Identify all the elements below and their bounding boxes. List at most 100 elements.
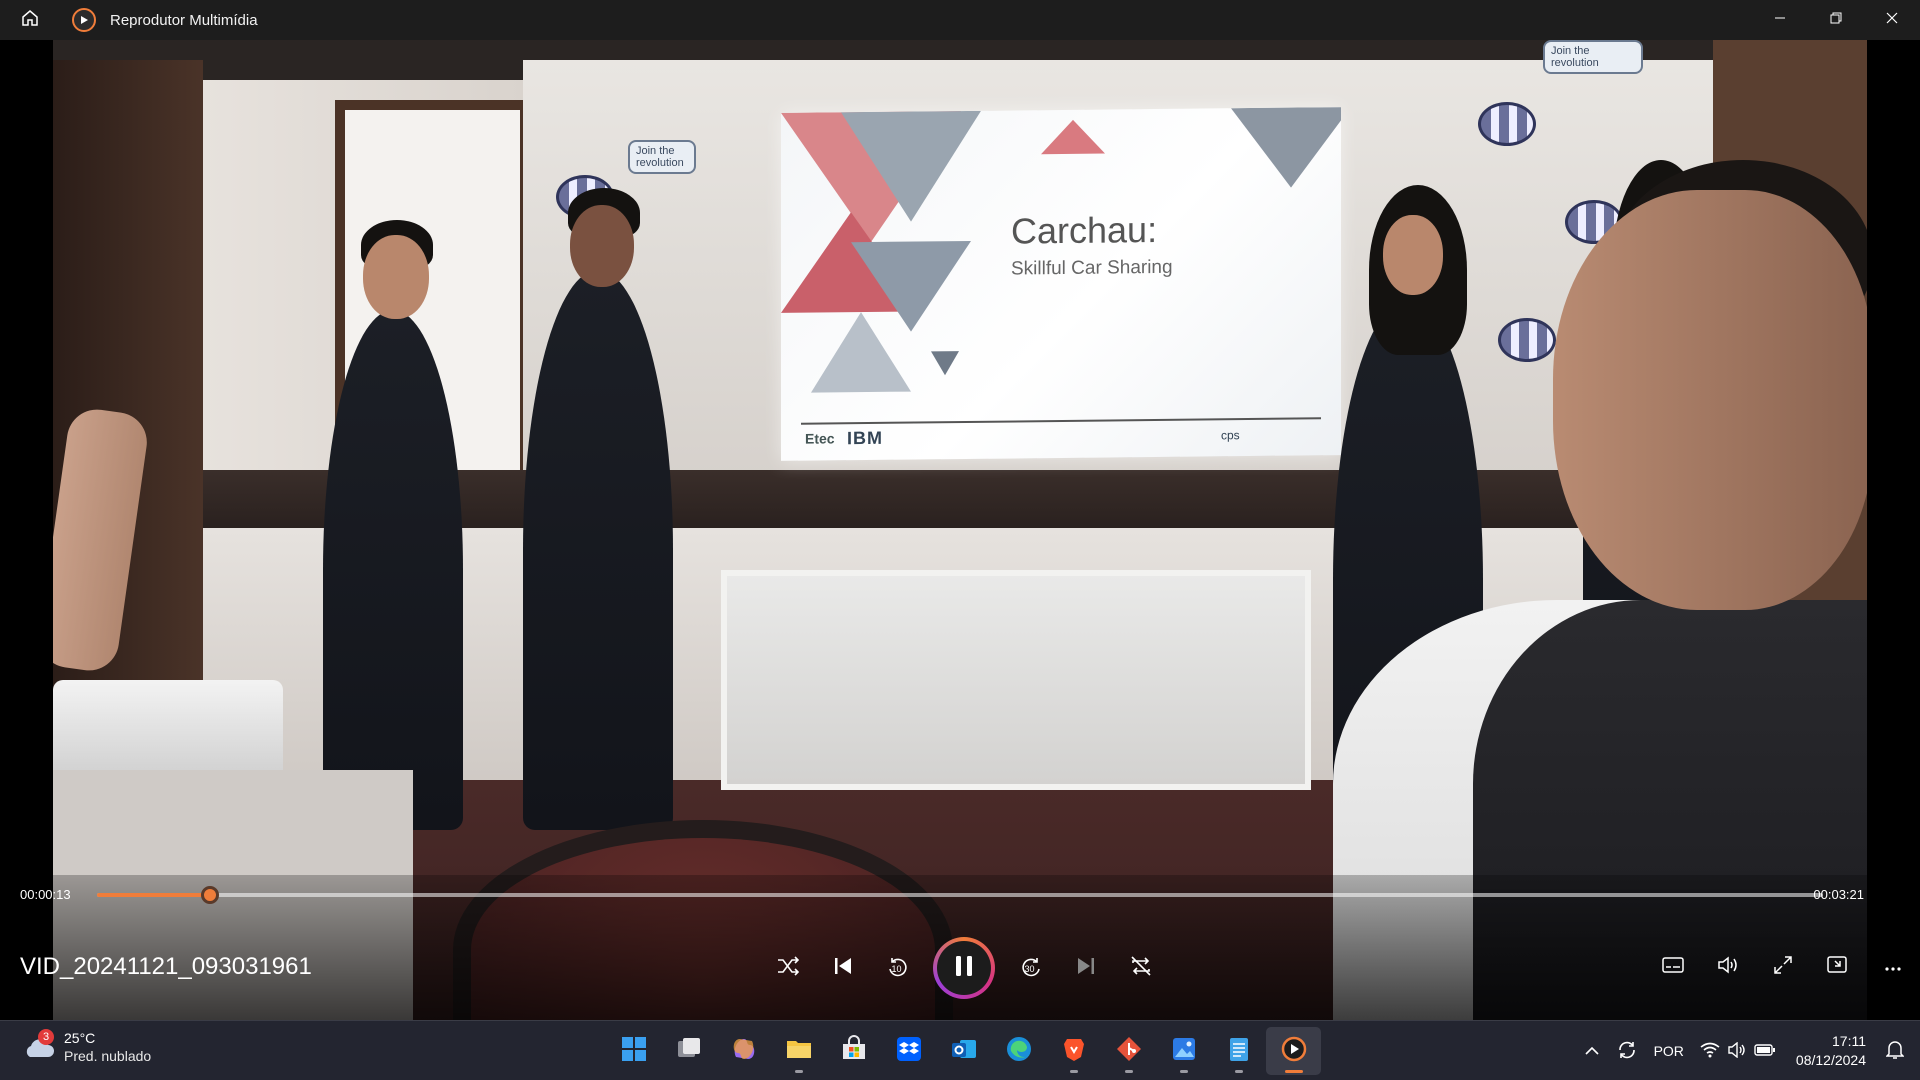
weather-description: Pred. nublado (64, 1048, 152, 1064)
title-bar: Reprodutor Multimídia (0, 0, 1920, 40)
slide-divider (801, 417, 1321, 425)
home-icon (20, 8, 40, 33)
playback-controls: 10 30 (760, 935, 1168, 1001)
outlook-icon (950, 1035, 978, 1068)
notepad-button[interactable] (1211, 1027, 1266, 1075)
presenter-1-head (363, 235, 429, 319)
copilot-icon (730, 1035, 758, 1068)
projector-screen: Carchau: Skillful Car Sharing Etec IBM c… (781, 107, 1341, 461)
volume-icon (1717, 955, 1739, 980)
more-icon (1884, 959, 1902, 977)
dropbox-button[interactable] (881, 1027, 936, 1075)
notepad-icon (1225, 1035, 1253, 1068)
bee-sticker (1478, 102, 1536, 146)
presenter-1 (323, 310, 463, 830)
video-title: VID_20241121_093031961 (20, 953, 312, 980)
shuffle-button[interactable] (760, 941, 815, 996)
sync-icon (1616, 1039, 1638, 1064)
bell-icon (1885, 1040, 1905, 1063)
speaker-icon (1728, 1041, 1746, 1061)
close-icon (1886, 11, 1898, 29)
cps-logo: cps (1221, 428, 1240, 443)
subtitles-icon (1661, 956, 1684, 979)
previous-icon (833, 956, 853, 981)
weather-temperature: 25°C (64, 1030, 96, 1046)
system-tray: POR 17:11 08/12/2024 (1576, 1021, 1920, 1080)
outlook-button[interactable] (936, 1027, 991, 1075)
notifications-button[interactable] (1878, 1021, 1920, 1080)
forward-30-icon: 30 (1019, 956, 1043, 980)
brave-button[interactable] (1046, 1027, 1101, 1075)
etec-logo: Etec (805, 430, 835, 447)
seek-bar-progress (97, 893, 211, 897)
file-explorer-icon (785, 1035, 813, 1068)
slide-title: Carchau: (1011, 208, 1158, 252)
minimize-button[interactable] (1752, 0, 1808, 40)
wall-sticker: Join the revolution (1543, 40, 1643, 74)
repeat-off-icon (1129, 955, 1153, 982)
cloud-icon: 3 (22, 1029, 56, 1061)
current-time: 00:00:13 (20, 887, 71, 902)
clock-time: 17:11 (1832, 1033, 1866, 1049)
repeat-button[interactable] (1113, 941, 1168, 996)
presenter-3-head (1383, 215, 1443, 295)
battery-icon (1754, 1043, 1776, 1060)
mini-player-button[interactable] (1810, 940, 1865, 995)
edge-icon (1005, 1035, 1033, 1068)
next-button[interactable] (1058, 941, 1113, 996)
radiator-cover (721, 570, 1311, 790)
microsoft-store-button[interactable] (826, 1027, 881, 1075)
previous-button[interactable] (815, 941, 870, 996)
more-options-button[interactable] (1865, 940, 1920, 995)
projector (53, 680, 283, 780)
media-player-taskbar-button[interactable] (1266, 1027, 1321, 1075)
media-player-icon (1280, 1035, 1308, 1068)
sync-button[interactable] (1608, 1021, 1646, 1080)
photos-button[interactable] (1156, 1027, 1211, 1075)
forward-30-label: 30 (1024, 964, 1035, 974)
restore-icon (1830, 11, 1842, 29)
rewind-10-label: 10 (891, 964, 902, 974)
pause-button[interactable] (933, 937, 995, 999)
clock-button[interactable]: 17:11 08/12/2024 (1784, 1032, 1878, 1070)
volume-button[interactable] (1700, 940, 1755, 995)
slide-subtitle: Skillful Car Sharing (1011, 256, 1173, 280)
window-title: Reprodutor Multimídia (110, 11, 258, 29)
clock-date: 08/12/2024 (1795, 1052, 1866, 1068)
network-button[interactable] (1692, 1021, 1784, 1080)
photos-icon (1170, 1035, 1198, 1068)
wall-sticker: Join the revolution (628, 140, 696, 174)
taskbar-apps (606, 1027, 1321, 1075)
start-button[interactable] (606, 1027, 661, 1075)
forward-30-button[interactable]: 30 (1003, 941, 1058, 996)
pause-icon (953, 954, 975, 983)
weather-badge: 3 (38, 1029, 54, 1045)
shuffle-icon (777, 955, 799, 981)
edge-button[interactable] (991, 1027, 1046, 1075)
microsoft-store-icon (840, 1034, 868, 1068)
copilot-button[interactable] (716, 1027, 771, 1075)
mini-player-icon (1826, 955, 1849, 980)
close-button[interactable] (1864, 0, 1920, 40)
seek-bar[interactable] (97, 886, 1823, 904)
weather-widget[interactable]: 3 25°C Pred. nublado (22, 1029, 151, 1065)
file-explorer-button[interactable] (771, 1027, 826, 1075)
presenter-2-head (570, 205, 634, 287)
restore-button[interactable] (1808, 0, 1864, 40)
language-indicator[interactable]: POR (1646, 1021, 1692, 1080)
audience-member-head (1553, 190, 1867, 610)
total-time: 00:03:21 (1813, 887, 1864, 902)
chevron-up-icon (1584, 1043, 1600, 1059)
minimize-icon (1774, 11, 1786, 29)
secondary-controls (1645, 940, 1920, 995)
show-hidden-icons-button[interactable] (1576, 1021, 1608, 1080)
rewind-10-button[interactable]: 10 (870, 941, 925, 996)
git-icon (1115, 1035, 1143, 1068)
next-icon (1076, 956, 1096, 981)
fullscreen-button[interactable] (1755, 940, 1810, 995)
task-view-button[interactable] (661, 1027, 716, 1075)
subtitles-button[interactable] (1645, 940, 1700, 995)
git-button[interactable] (1101, 1027, 1156, 1075)
home-button[interactable] (0, 0, 60, 40)
windows-start-icon (620, 1035, 648, 1068)
